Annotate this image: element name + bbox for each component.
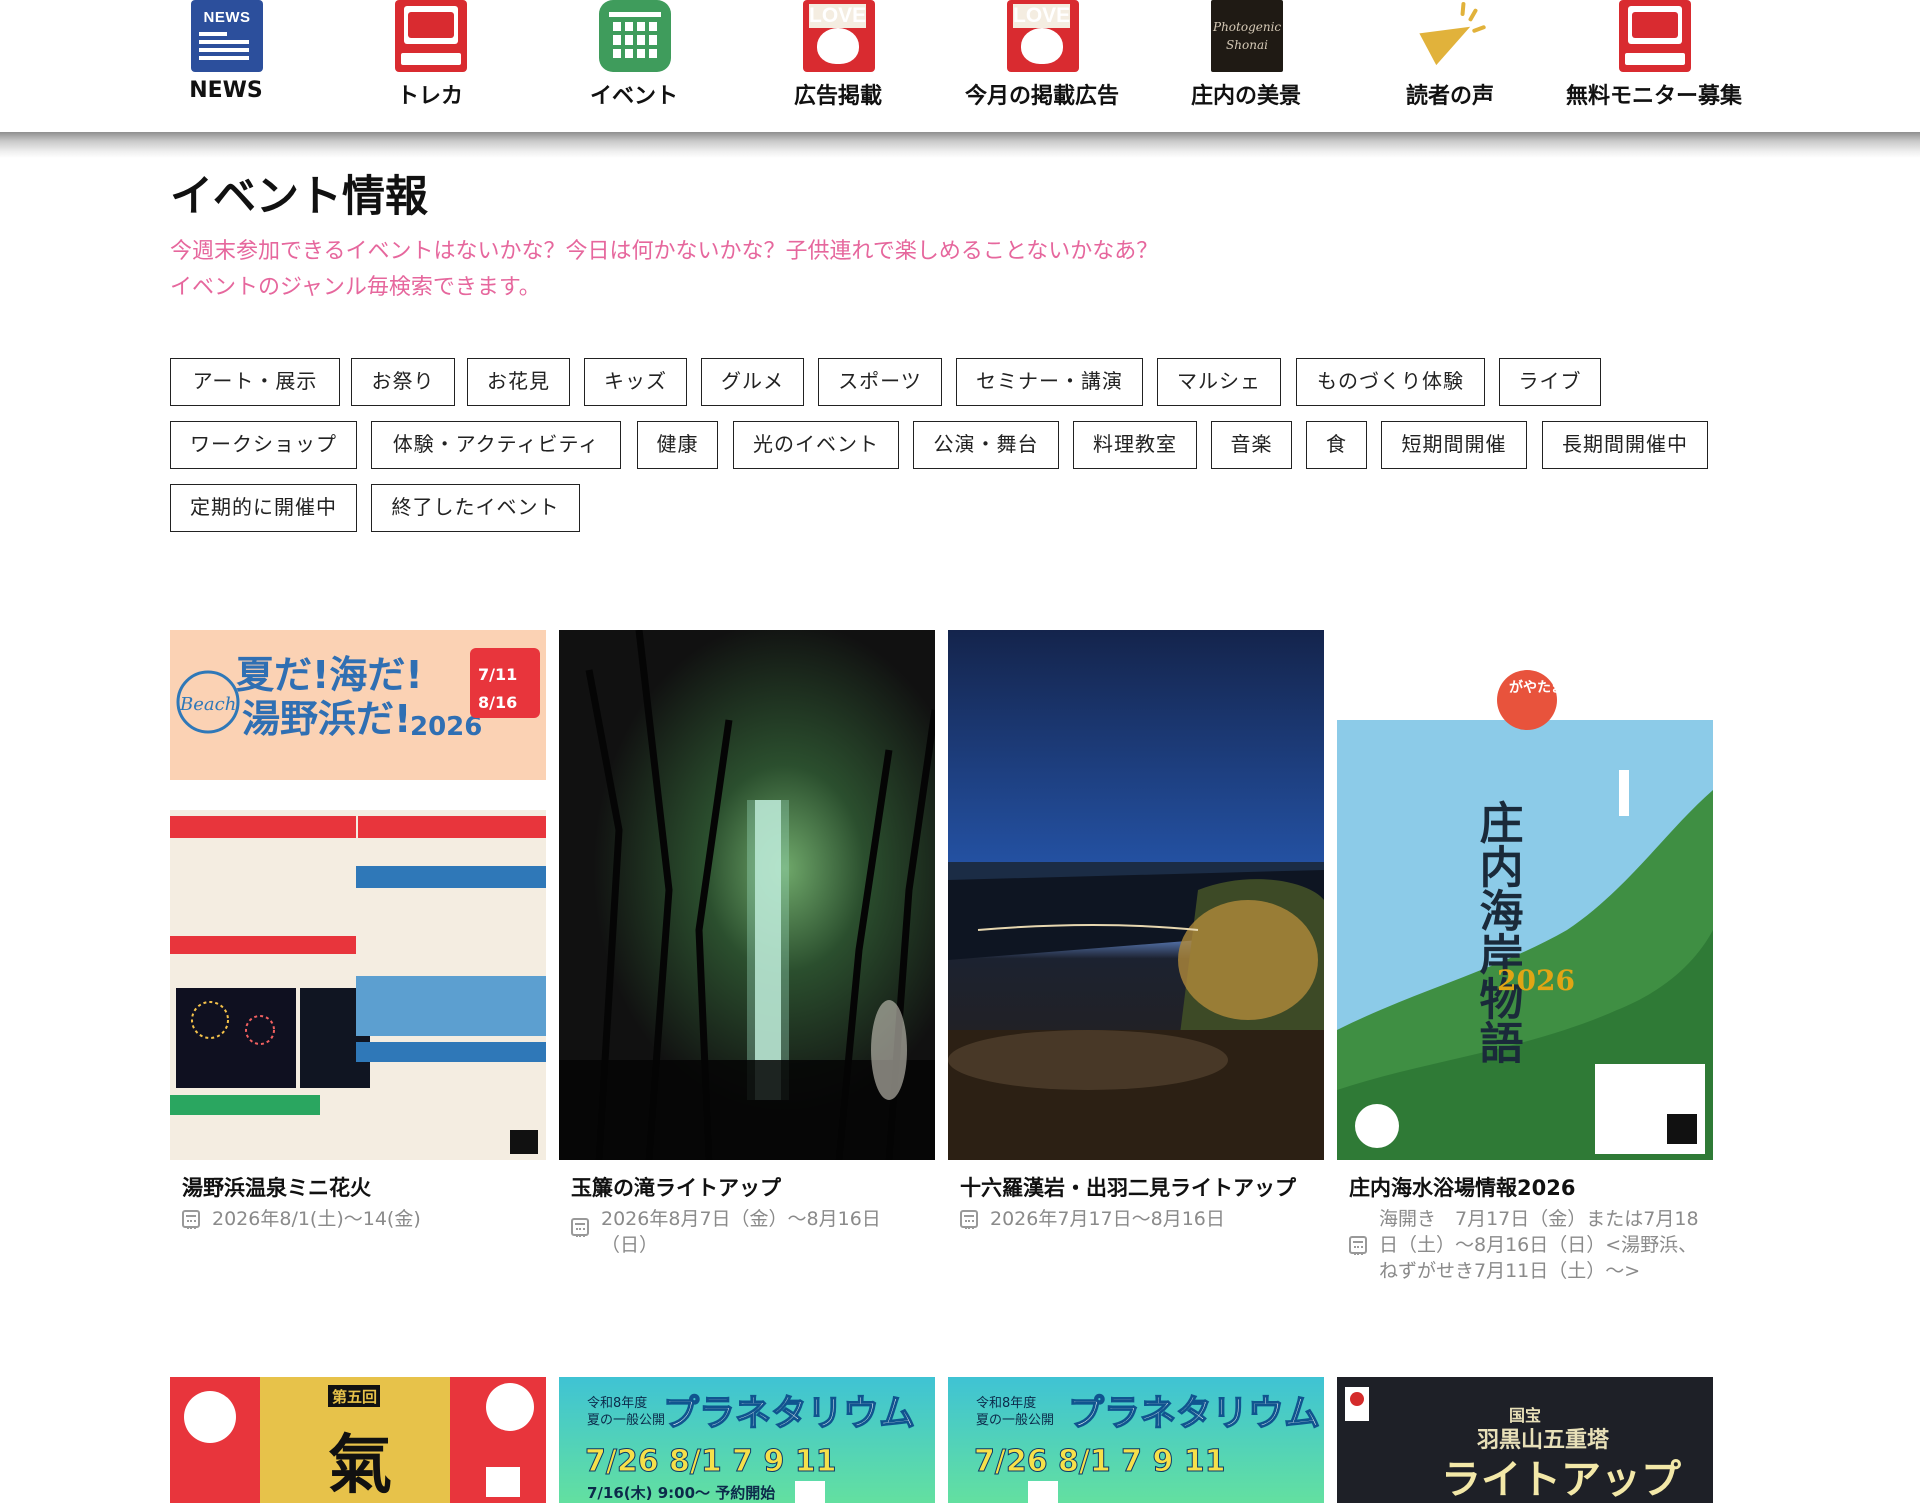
svg-text:8/16: 8/16: [478, 693, 517, 712]
nav-item-scenery[interactable]: Photogenic Shonai 庄内の美景: [1146, 0, 1346, 110]
monitor-card-icon: [1619, 0, 1691, 72]
nav-label: 庄内の美景: [1190, 84, 1301, 109]
tag-regular[interactable]: 定期的に開催中: [170, 484, 357, 532]
photogenic-shonai-icon: Photogenic Shonai: [1211, 0, 1283, 72]
event-thumbnail: [559, 630, 935, 1160]
tag-kids[interactable]: キッズ: [584, 358, 687, 406]
nav-item-news[interactable]: NEWS NEWS: [126, 0, 326, 110]
event-title: 湯野浜温泉ミニ花火: [182, 1176, 371, 1200]
tag-short-term[interactable]: 短期間開催: [1381, 421, 1527, 469]
nav-item-event[interactable]: イベント: [534, 0, 734, 110]
nav-label: トレカ: [396, 84, 463, 109]
nav-label: NEWS: [189, 78, 263, 103]
svg-text:7/16(木) 9:00〜 予約開始: 7/16(木) 9:00〜 予約開始: [587, 1484, 775, 1502]
nav-divider-shadow: [0, 132, 1920, 158]
nav-label: 無料モニター募集: [1565, 84, 1742, 109]
svg-text:夏の一般公開: 夏の一般公開: [976, 1412, 1054, 1428]
tag-seminar[interactable]: セミナー・講演: [956, 358, 1143, 406]
tag-festival[interactable]: お祭り: [351, 358, 455, 406]
svg-text:2026: 2026: [410, 712, 482, 742]
nav-label: 読者の声: [1405, 84, 1494, 109]
tag-ended-events[interactable]: 終了したイベント: [371, 484, 580, 532]
intro-line: 今週末参加できるイベントはないかな？今日は何かないかな？子供連れで楽しめることな…: [170, 239, 1159, 264]
nav-item-free-monitor[interactable]: 無料モニター募集: [1554, 0, 1754, 110]
svg-text:Beach: Beach: [179, 694, 236, 715]
svg-text:第五回: 第五回: [332, 1388, 377, 1406]
tag-health[interactable]: 健康: [637, 421, 718, 469]
tag-activity[interactable]: 体験・アクティビティ: [371, 421, 621, 469]
event-thumbnail: 国宝 羽黒山五重塔 ライトアップ: [1337, 1377, 1713, 1503]
event-title: 十六羅漢岩・出羽二見ライトアップ: [960, 1176, 1296, 1200]
svg-text:7/11: 7/11: [478, 665, 517, 684]
calendar-icon: [571, 1218, 589, 1237]
nav-item-monthly-ads[interactable]: LOVE 今月の掲載広告: [942, 0, 1142, 110]
tag-light-event[interactable]: 光のイベント: [733, 421, 899, 469]
tag-craft-experience[interactable]: ものづくり体験: [1296, 358, 1485, 406]
tag-live[interactable]: ライブ: [1499, 358, 1601, 406]
event-thumbnail: [948, 630, 1324, 1160]
svg-text:プラネタリウム: プラネタリウム: [663, 1393, 915, 1434]
calendar-icon: [182, 1210, 200, 1229]
event-thumbnail: 令和8年度 夏の一般公開 プラネタリウム 7/26 8/1 7 9 11: [948, 1377, 1324, 1503]
megaphone-icon: [1415, 0, 1487, 72]
svg-text:庄内海岸物語: 庄内海岸物語: [1472, 800, 1524, 1064]
trading-card-icon: [395, 0, 467, 72]
tag-sports[interactable]: スポーツ: [818, 358, 942, 406]
event-date-text: 2026年8月7日（金）〜8月16日（日）: [601, 1208, 881, 1256]
event-card[interactable]: 令和8年度 夏の一般公開 プラネタリウム 7/26 8/1 7 9 11: [948, 1377, 1324, 1503]
svg-text:羽黒山五重塔: 羽黒山五重塔: [1477, 1428, 1610, 1453]
nav-label: 広告掲載: [793, 84, 882, 109]
news-icon: NEWS: [191, 0, 263, 72]
svg-text:夏だ!海だ!: 夏だ!海だ!: [236, 653, 423, 697]
nav-label: イベント: [589, 84, 678, 109]
event-date-text: 2026年7月17日〜8月16日: [990, 1208, 1225, 1230]
event-thumbnail: がやたま 庄内海岸物語 2026: [1337, 630, 1713, 1160]
svg-text:7/26 8/1 7 9 11: 7/26 8/1 7 9 11: [585, 1444, 837, 1479]
event-date-text: 2026年8/1(土)〜14(金): [212, 1208, 421, 1230]
calendar-icon: [960, 1210, 978, 1229]
tag-cooking-class[interactable]: 料理教室: [1073, 421, 1197, 469]
calendar-icon: [1349, 1236, 1367, 1255]
event-date-text: 海開き 7月17日（金）または7月18日（土）〜8月16日（日）<湯野浜、ねずが…: [1379, 1208, 1699, 1282]
svg-text:令和8年度: 令和8年度: [587, 1395, 647, 1411]
event-thumbnail: Beach 夏だ!海だ! 湯野浜だ! 2026 7/11 8/16: [170, 630, 546, 1160]
tag-gourmet[interactable]: グルメ: [701, 358, 804, 406]
tag-long-term[interactable]: 長期間開催中: [1542, 421, 1708, 469]
top-navigation: NEWS NEWS トレカ イベント LOVE 広告掲載 LOVE 今月の掲載広…: [0, 0, 1920, 134]
svg-text:ライトアップ: ライトアップ: [1441, 1456, 1681, 1503]
intro-line: イベントのジャンル毎検索できます。: [170, 275, 541, 300]
event-card[interactable]: 第五回 氣: [170, 1377, 546, 1503]
love-shonai-icon: LOVE: [1007, 0, 1079, 72]
nav-item-trading-card[interactable]: トレカ: [330, 0, 530, 110]
tag-marche[interactable]: マルシェ: [1157, 358, 1281, 406]
nav-item-ad-placement[interactable]: LOVE 広告掲載: [738, 0, 938, 110]
svg-text:プラネタリウム: プラネタリウム: [1068, 1393, 1320, 1434]
nav-label: 今月の掲載広告: [964, 84, 1119, 109]
tag-music[interactable]: 音楽: [1211, 421, 1292, 469]
calendar-icon: [599, 0, 671, 72]
event-thumbnail: 第五回 氣: [170, 1377, 546, 1503]
event-title: 玉簾の滝ライトアップ: [571, 1176, 781, 1200]
svg-text:がやたま: がやたま: [1509, 679, 1565, 696]
page-title: イベント情報: [170, 172, 428, 222]
page-intro: 今週末参加できるイベントはないかな？今日は何かないかな？子供連れで楽しめることな…: [170, 234, 1158, 306]
tag-hanami[interactable]: お花見: [467, 358, 570, 406]
svg-text:夏の一般公開: 夏の一般公開: [587, 1412, 665, 1428]
event-thumbnail: 令和8年度 夏の一般公開 プラネタリウム 7/26 8/1 7 9 11 7/1…: [559, 1377, 935, 1503]
event-card[interactable]: 国宝 羽黒山五重塔 ライトアップ: [1337, 1377, 1713, 1503]
tag-workshop[interactable]: ワークショップ: [170, 421, 357, 469]
svg-text:令和8年度: 令和8年度: [976, 1395, 1036, 1411]
event-title: 庄内海水浴場情報2026: [1349, 1176, 1576, 1200]
svg-text:湯野浜だ!: 湯野浜だ!: [242, 697, 411, 741]
tag-stage-performance[interactable]: 公演・舞台: [913, 421, 1059, 469]
svg-text:国宝: 国宝: [1509, 1406, 1541, 1425]
svg-text:2026: 2026: [1497, 964, 1575, 997]
svg-text:7/26 8/1 7 9 11: 7/26 8/1 7 9 11: [974, 1444, 1226, 1479]
tag-food[interactable]: 食: [1306, 421, 1367, 469]
tag-art-exhibition[interactable]: アート・展示: [170, 358, 340, 406]
nav-item-reader-voice[interactable]: 読者の声: [1350, 0, 1550, 110]
event-card[interactable]: 令和8年度 夏の一般公開 プラネタリウム 7/26 8/1 7 9 11 7/1…: [559, 1377, 935, 1503]
svg-text:氣: 氣: [328, 1428, 392, 1503]
love-shonai-icon: LOVE: [803, 0, 875, 72]
